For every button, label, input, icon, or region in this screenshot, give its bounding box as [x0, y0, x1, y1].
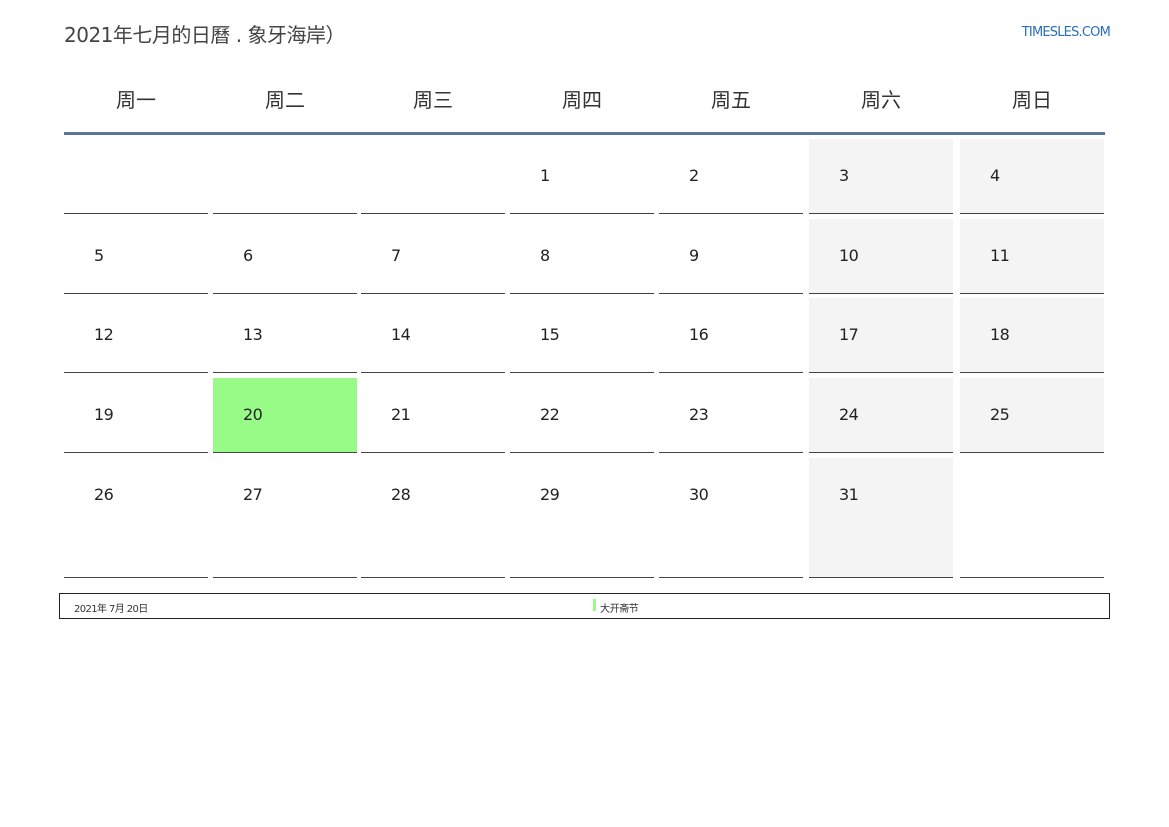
day-cell[interactable]: 16 [659, 298, 803, 373]
empty-day-cell [960, 458, 1104, 578]
day-cell[interactable]: 19 [64, 378, 208, 453]
legend-holiday-name: 大开斋节 [600, 604, 639, 615]
day-number: 23 [689, 405, 709, 424]
day-number: 12 [94, 325, 114, 344]
day-cell[interactable]: 18 [960, 298, 1104, 373]
weekday-label: 周二 [265, 88, 305, 112]
day-cell[interactable]: 11 [960, 219, 1104, 294]
day-cell[interactable]: 7 [361, 219, 505, 294]
day-number: 8 [540, 246, 550, 265]
day-number: 22 [540, 405, 560, 424]
page-title: 2021年七月的日曆 . 象牙海岸） [64, 23, 345, 47]
day-number: 18 [990, 325, 1010, 344]
empty-day-cell [64, 139, 208, 214]
day-number: 14 [391, 325, 411, 344]
holiday-color-marker [593, 599, 596, 611]
day-number: 2 [689, 166, 699, 185]
day-cell[interactable]: 4 [960, 139, 1104, 214]
weekday-label: 周一 [116, 88, 156, 112]
day-number: 29 [540, 485, 560, 504]
day-number: 10 [839, 246, 859, 265]
day-cell[interactable]: 27 [213, 458, 357, 578]
day-number: 17 [839, 325, 859, 344]
day-number: 20 [243, 405, 263, 424]
day-cell[interactable]: 2 [659, 139, 803, 214]
day-cell[interactable]: 1 [510, 139, 654, 214]
day-cell[interactable]: 3 [809, 139, 953, 214]
day-cell[interactable]: 25 [960, 378, 1104, 453]
weekday-label: 周五 [711, 88, 751, 112]
day-number: 1 [540, 166, 550, 185]
weekday-label: 周日 [1012, 88, 1052, 112]
day-cell[interactable]: 22 [510, 378, 654, 453]
legend-date: 2021年 7月 20日 [74, 604, 148, 615]
weekday-header-row: 周一 周二 周三 周四 周五 周六 周日 [64, 68, 1105, 135]
day-number: 25 [990, 405, 1010, 424]
day-cell[interactable]: 5 [64, 219, 208, 294]
day-number: 5 [94, 246, 104, 265]
day-cell[interactable]: 21 [361, 378, 505, 453]
day-cell[interactable]: 29 [510, 458, 654, 578]
day-cell[interactable]: 20 [213, 378, 357, 453]
empty-day-cell [361, 139, 505, 214]
day-number: 27 [243, 485, 263, 504]
day-cell[interactable]: 9 [659, 219, 803, 294]
day-cell[interactable]: 30 [659, 458, 803, 578]
day-number: 16 [689, 325, 709, 344]
day-number: 24 [839, 405, 859, 424]
day-cell[interactable]: 17 [809, 298, 953, 373]
day-cell[interactable]: 28 [361, 458, 505, 578]
day-number: 26 [94, 485, 114, 504]
day-cell[interactable]: 26 [64, 458, 208, 578]
weekday-label: 周三 [413, 88, 453, 112]
day-cell[interactable]: 13 [213, 298, 357, 373]
day-number: 11 [990, 246, 1010, 265]
weekday-label: 周六 [861, 88, 901, 112]
day-cell[interactable]: 12 [64, 298, 208, 373]
day-number: 31 [839, 485, 859, 504]
day-cell[interactable]: 10 [809, 219, 953, 294]
day-number: 19 [94, 405, 114, 424]
day-cell[interactable]: 31 [809, 458, 953, 578]
day-cell[interactable]: 24 [809, 378, 953, 453]
day-number: 15 [540, 325, 560, 344]
day-number: 13 [243, 325, 263, 344]
day-cell[interactable]: 15 [510, 298, 654, 373]
site-link[interactable]: TIMESLES.COM [1022, 25, 1111, 40]
weekday-label: 周四 [562, 88, 602, 112]
day-number: 21 [391, 405, 411, 424]
empty-day-cell [213, 139, 357, 214]
day-number: 4 [990, 166, 1000, 185]
day-cell[interactable]: 8 [510, 219, 654, 294]
day-cell[interactable]: 14 [361, 298, 505, 373]
day-number: 28 [391, 485, 411, 504]
day-cell[interactable]: 6 [213, 219, 357, 294]
holiday-legend: 2021年 7月 20日 大开斋节 [59, 593, 1110, 619]
day-number: 6 [243, 246, 253, 265]
day-number: 7 [391, 246, 401, 265]
day-number: 3 [839, 166, 849, 185]
day-cell[interactable]: 23 [659, 378, 803, 453]
day-number: 30 [689, 485, 709, 504]
day-number: 9 [689, 246, 699, 265]
